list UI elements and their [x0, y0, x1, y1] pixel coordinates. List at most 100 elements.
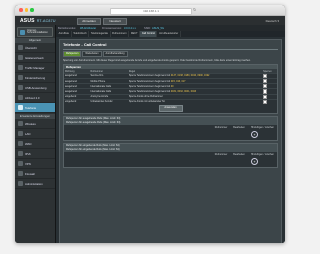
tab-rufsperren[interactable]: Rufsperren — [63, 50, 82, 57]
sidebar-item-label: Kindersicherung — [25, 76, 46, 80]
sidebar-item-telefonie[interactable]: Telefonie — [15, 103, 55, 113]
sidebar: Internet-Schnellinstallation Allgemein Ü… — [15, 25, 56, 243]
sidebar-item-label: AiCloud 2.0 — [25, 96, 40, 100]
block-checkbox[interactable] — [263, 78, 268, 84]
main-content: Betriebsmodus: WLAN-Router Firmwareversi… — [56, 25, 285, 243]
tab-anrufliste[interactable]: Anrufliste — [57, 31, 72, 37]
browser-window: 192.168.1.1 ↻ ASUS RT-AC87U Abmelden Neus… — [15, 5, 285, 243]
rule-text: Sperre Telefonnummern beginnend mit — [128, 79, 171, 83]
mode-label: Betriebsmodus: — [58, 26, 77, 30]
tab-weiterleiten[interactable]: Weiterleiten — [82, 50, 102, 57]
firmware-value[interactable]: 3.0.0.4.x.x — [124, 27, 136, 30]
sidebar-item-label: LAN — [25, 132, 31, 136]
tab-rufnummern[interactable]: Rufnummern — [111, 31, 130, 37]
sidebar-item-firewall[interactable]: Firewall — [15, 169, 55, 179]
divider — [63, 48, 278, 49]
sidebar-item-label: Wireless — [25, 122, 36, 126]
column-number: Rufnummer — [214, 153, 228, 157]
incoming-block-list: Rufsperren für eingehende Rufe (Max. Lim… — [63, 143, 278, 169]
sidebar-item-label: IPv6 — [25, 152, 31, 156]
lan-icon — [18, 131, 23, 136]
sidebar-item-administration[interactable]: Administration — [15, 179, 55, 189]
sidebar-item-bersicht[interactable]: Übersicht — [15, 43, 55, 53]
add-entry-button[interactable]: + — [251, 131, 258, 139]
administration-icon — [18, 181, 23, 186]
block-checkbox[interactable] — [263, 73, 268, 78]
sidebar-item-ipv6[interactable]: IPv6 — [15, 149, 55, 159]
ssid-label: SSID: — [144, 26, 151, 30]
rule-prefixes: 015, 016, 017 — [170, 79, 186, 83]
block-checkbox[interactable] — [263, 94, 268, 99]
page-description: Sperrung von Anrufnummern. Mit dieser Re… — [63, 58, 251, 62]
section-columns: Rufnummer Bearbeiten Hinzufügen / Löschen — [64, 152, 277, 157]
call-control-tabs: Rufsperren Weiterleiten Anrufbehandlung — [63, 50, 278, 57]
sidebar-item-wireless[interactable]: Wireless — [15, 119, 55, 129]
sidebar-item-label: Telefonie — [25, 106, 37, 110]
usb-icon — [18, 85, 23, 90]
telephony-tabs: Anrufliste Telefonbuch Telefoniegeräte Rufn… — [56, 31, 285, 37]
model-name: RT-AC87U — [36, 18, 56, 23]
tab-telefonbuch[interactable]: Telefonbuch — [72, 31, 90, 37]
brand-logo: ASUS RT-AC87U — [20, 18, 56, 24]
close-window-button[interactable] — [19, 8, 23, 12]
outgoing-block-list: Rufsperren für ausgehende Rufe (Max. Lim… — [63, 116, 278, 142]
rule-text: Sperre Telefonnummern beginnend mit — [128, 84, 171, 88]
address-bar[interactable]: 192.168.1.1 — [110, 7, 192, 15]
block-checkbox[interactable] — [263, 99, 268, 104]
brand-name: ASUS — [20, 17, 35, 24]
apply-button[interactable]: Anwenden — [158, 105, 183, 112]
sidebar-item-lan[interactable]: LAN — [15, 129, 55, 139]
sidebar-item-label: Firewall — [25, 172, 35, 176]
reload-icon[interactable]: ↻ — [193, 7, 196, 12]
sidebar-item-wan[interactable]: WAN — [15, 139, 55, 149]
quick-setup-button[interactable]: Internet-Schnellinstallation — [17, 27, 53, 37]
cloud-icon — [18, 95, 23, 100]
rule-text: Sperre Telefonnummern beginnend mit — [128, 89, 171, 93]
sidebar-item-label: Gästenetzwerk — [25, 56, 44, 60]
column-edit: Bearbeiten — [233, 126, 245, 130]
tab-telefonieger-te[interactable]: Telefoniegeräte — [89, 31, 111, 37]
firmware-label: Firmwareversion: — [102, 26, 122, 30]
rule-prefixes: 00 — [170, 84, 174, 88]
sidebar-item-g-stenetzwerk[interactable]: Gästenetzwerk — [15, 53, 55, 63]
rule-text: Sperre Telefonnummern beginnend mit — [128, 74, 171, 78]
logout-button[interactable]: Abmelden — [77, 18, 101, 25]
sidebar-item-label: Traffic Manager — [25, 66, 45, 70]
block-checkbox[interactable] — [263, 84, 268, 89]
language-label: Deutsch — [265, 18, 277, 23]
tab-anrufbehandlung[interactable]: Anrufbehandlung — [102, 50, 128, 57]
sidebar-item-usb-anwendung[interactable]: USB-Anwendung — [15, 83, 55, 93]
mode-value[interactable]: WLAN-Router — [80, 27, 96, 30]
block-checkbox[interactable] — [263, 89, 268, 94]
wan-icon — [18, 141, 23, 146]
column-add-delete: Hinzufügen / Löschen — [250, 153, 274, 157]
traffic-manager-icon — [18, 65, 23, 70]
sidebar-item-traffic-manager[interactable]: Traffic Manager — [15, 63, 55, 73]
ssid-value[interactable]: ASUS_5G — [152, 27, 164, 30]
guest-network-icon — [18, 55, 23, 60]
tab-anrufbeantworter[interactable]: Anrufbeantworter — [157, 31, 181, 37]
language-select[interactable]: Deutsch ▾ — [266, 19, 279, 23]
phone-icon — [18, 105, 23, 110]
tab-call-control[interactable]: Call Control — [140, 31, 158, 37]
status-bar: Betriebsmodus: WLAN-Router Firmwareversi… — [56, 25, 285, 31]
call-control-panel: Telefonie - Call Control Rufsperren Weite… — [59, 39, 282, 243]
tab-dect[interactable]: DECT — [129, 31, 141, 37]
section-columns: Rufnummer Bearbeiten Hinzufügen / Löschen — [64, 125, 277, 130]
sidebar-item-aicloud-2-0[interactable]: AiCloud 2.0 — [15, 93, 55, 103]
general-nav: Übersicht Gästenetzwerk Traffic Manager Kin… — [15, 43, 55, 113]
wireless-icon — [18, 121, 23, 126]
column-add-delete: Hinzufügen / Löschen — [250, 126, 274, 130]
call-barring-table: Rufsperren Richtung Rufnummer Regel Sper… — [63, 63, 278, 115]
add-entry-button[interactable]: + — [251, 158, 258, 166]
firewall-icon — [18, 171, 23, 176]
sidebar-item-vpn[interactable]: VPN — [15, 159, 55, 169]
reboot-button[interactable]: Neustart — [103, 18, 127, 25]
minimize-window-button[interactable] — [24, 8, 28, 12]
sidebar-item-label: VPN — [25, 162, 31, 166]
parental-control-icon — [18, 75, 23, 80]
maximize-window-button[interactable] — [30, 8, 34, 12]
vpn-icon — [18, 161, 23, 166]
sidebar-item-kindersicherung[interactable]: Kindersicherung — [15, 73, 55, 83]
wizard-icon — [20, 29, 25, 35]
